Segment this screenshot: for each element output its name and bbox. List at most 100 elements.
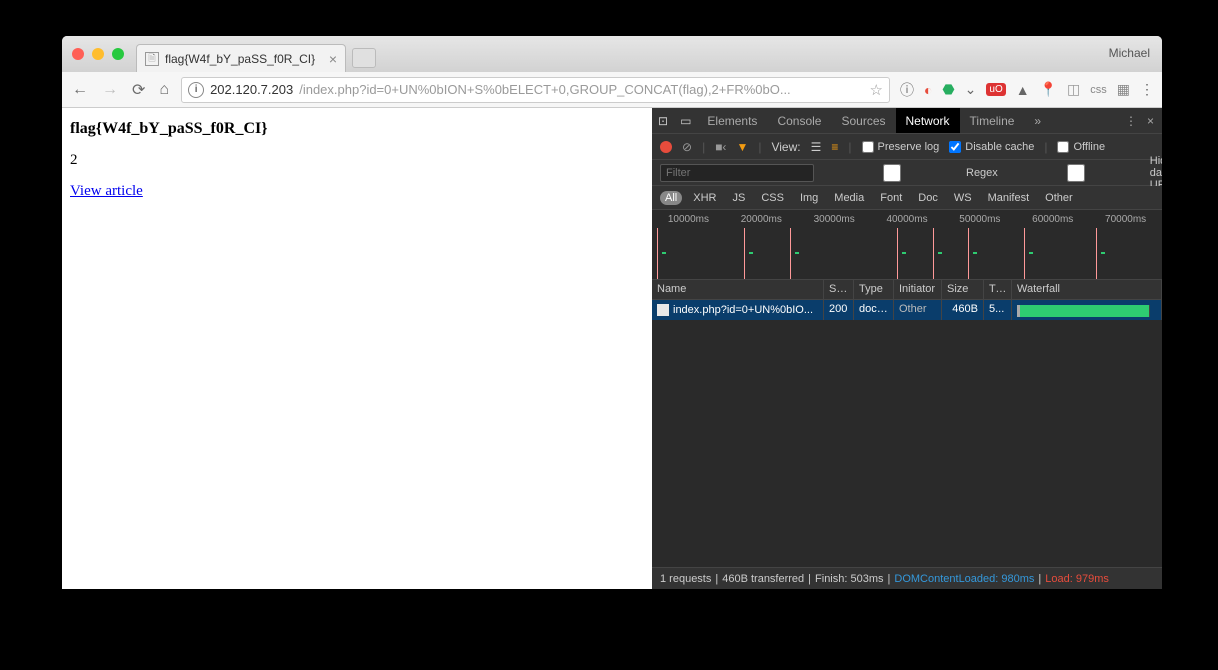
file-icon <box>657 304 669 316</box>
status-transferred: 460B transferred <box>722 573 804 585</box>
tab-title: flag{W4f_bY_paSS_f0R_CI} <box>165 52 315 66</box>
device-toggle-icon[interactable]: ▭ <box>674 114 697 128</box>
type-manifest[interactable]: Manifest <box>983 191 1035 205</box>
tick: 60000ms <box>1016 214 1089 225</box>
page-body: flag{W4f_bY_paSS_f0R_CI} 2 View article <box>62 108 652 589</box>
close-window-icon[interactable] <box>72 48 84 60</box>
col-size[interactable]: Size <box>942 280 984 299</box>
req-name: index.php?id=0+UN%0bIO... <box>673 304 813 316</box>
waterfall-bar <box>1017 305 1150 317</box>
browser-window: 🗎 flag{W4f_bY_paSS_f0R_CI} × Michael ← →… <box>62 36 1162 589</box>
type-media[interactable]: Media <box>829 191 869 205</box>
extension-icons: ⓘ ◐ ⬣ ⌄ uO ▲ 📍 ◫ css ▦ ⋮ <box>900 80 1154 100</box>
element-picker-icon[interactable]: ⊡ <box>652 114 674 128</box>
devtools-panel: ⊡ ▭ Elements Console Sources Network Tim… <box>652 108 1162 589</box>
preserve-log-checkbox[interactable]: Preserve log <box>862 141 940 153</box>
req-time: 5... <box>984 300 1012 320</box>
home-button[interactable]: ⌂ <box>157 81 171 99</box>
col-initiator[interactable]: Initiator <box>894 280 942 299</box>
disable-cache-checkbox[interactable]: Disable cache <box>949 141 1034 153</box>
type-doc[interactable]: Doc <box>913 191 943 205</box>
url-input[interactable]: i 202.120.7.203/index.php?id=0+UN%0bION+… <box>181 77 890 103</box>
page-text: 2 <box>70 152 644 169</box>
content-area: flag{W4f_bY_paSS_f0R_CI} 2 View article … <box>62 108 1162 589</box>
type-all[interactable]: All <box>660 191 682 205</box>
status-requests: 1 requests <box>660 573 711 585</box>
col-status[interactable]: St... <box>824 280 854 299</box>
back-button[interactable]: ← <box>70 81 90 99</box>
table-row[interactable]: index.php?id=0+UN%0bIO... 200 docu... Ot… <box>652 300 1162 320</box>
timeline-overview[interactable]: 10000ms 20000ms 30000ms 40000ms 50000ms … <box>652 210 1162 280</box>
view-large-icon[interactable]: ☰ <box>811 140 822 154</box>
col-waterfall[interactable]: Waterfall <box>1012 280 1162 299</box>
privacy-icon[interactable]: ⬣ <box>942 81 954 98</box>
network-filter-row: Regex Hide data URLs <box>652 160 1162 186</box>
tab-network[interactable]: Network <box>896 108 960 133</box>
tab-bar: 🗎 flag{W4f_bY_paSS_f0R_CI} × Michael <box>62 36 1162 72</box>
type-img[interactable]: Img <box>795 191 823 205</box>
close-tab-icon[interactable]: × <box>329 51 337 67</box>
filter-toggle-icon[interactable]: ▼ <box>736 140 748 154</box>
menu-icon[interactable]: ⋮ <box>1140 81 1154 98</box>
view-article-link[interactable]: View article <box>70 183 143 199</box>
col-name[interactable]: Name <box>652 280 824 299</box>
ext-icon-3[interactable]: ▦ <box>1117 81 1130 98</box>
url-host: 202.120.7.203 <box>210 82 293 97</box>
devtools-close-icon[interactable]: × <box>1147 114 1154 128</box>
regex-checkbox[interactable]: Regex <box>822 164 998 182</box>
ext-icon-2[interactable]: ◫ <box>1067 81 1080 98</box>
type-other[interactable]: Other <box>1040 191 1078 205</box>
url-path: /index.php?id=0+UN%0bION+S%0bELECT+0,GRO… <box>299 82 790 97</box>
tab-more[interactable]: » <box>1024 108 1051 133</box>
col-type[interactable]: Type <box>854 280 894 299</box>
camera-icon[interactable]: ■‹ <box>715 140 726 154</box>
site-info-icon[interactable]: i <box>188 82 204 98</box>
view-label: View: <box>771 140 800 154</box>
status-dcl: DOMContentLoaded: 980ms <box>894 573 1034 585</box>
tick: 10000ms <box>652 214 725 225</box>
traffic-lights <box>72 48 124 60</box>
req-status: 200 <box>824 300 854 320</box>
type-xhr[interactable]: XHR <box>688 191 721 205</box>
type-css[interactable]: CSS <box>756 191 789 205</box>
minimize-window-icon[interactable] <box>92 48 104 60</box>
adblock-icon[interactable]: uO <box>986 83 1005 96</box>
status-load: Load: 979ms <box>1045 573 1109 585</box>
type-font[interactable]: Font <box>875 191 907 205</box>
location-icon[interactable]: 📍 <box>1040 81 1057 98</box>
profile-name[interactable]: Michael <box>1109 46 1150 60</box>
new-tab-button[interactable] <box>352 48 376 68</box>
tick: 30000ms <box>798 214 871 225</box>
type-js[interactable]: JS <box>727 191 750 205</box>
clear-button[interactable]: ⊘ <box>682 140 692 154</box>
record-button[interactable] <box>660 141 672 153</box>
browser-tab[interactable]: 🗎 flag{W4f_bY_paSS_f0R_CI} × <box>136 44 346 72</box>
status-bar: 1 requests | 460B transferred | Finish: … <box>652 567 1162 589</box>
tab-timeline[interactable]: Timeline <box>960 108 1025 133</box>
tab-console[interactable]: Console <box>767 108 831 133</box>
col-time[interactable]: Ti... <box>984 280 1012 299</box>
ext-icon-1[interactable]: ▲ <box>1016 82 1030 98</box>
ublock-icon[interactable]: ◐ <box>924 82 932 98</box>
view-waterfall-icon[interactable]: ≡ <box>831 140 838 154</box>
tick: 40000ms <box>871 214 944 225</box>
css-icon[interactable]: css <box>1090 84 1107 96</box>
reload-button[interactable]: ⟳ <box>130 80 147 100</box>
forward-button[interactable]: → <box>100 81 120 99</box>
status-finish: Finish: 503ms <box>815 573 883 585</box>
tick: 70000ms <box>1089 214 1162 225</box>
address-bar: ← → ⟳ ⌂ i 202.120.7.203/index.php?id=0+U… <box>62 72 1162 108</box>
pocket-icon[interactable]: ⌄ <box>965 81 977 98</box>
type-ws[interactable]: WS <box>949 191 977 205</box>
bookmark-icon[interactable]: ☆ <box>870 81 883 99</box>
tick: 20000ms <box>725 214 798 225</box>
offline-checkbox[interactable]: Offline <box>1057 141 1105 153</box>
maximize-window-icon[interactable] <box>112 48 124 60</box>
filter-input[interactable] <box>660 164 814 182</box>
tab-elements[interactable]: Elements <box>697 108 767 133</box>
req-type: docu... <box>854 300 894 320</box>
devtools-menu-icon[interactable]: ⋮ <box>1125 114 1137 128</box>
request-table: index.php?id=0+UN%0bIO... 200 docu... Ot… <box>652 300 1162 567</box>
noscript-icon[interactable]: ⓘ <box>900 80 914 100</box>
tab-sources[interactable]: Sources <box>831 108 895 133</box>
